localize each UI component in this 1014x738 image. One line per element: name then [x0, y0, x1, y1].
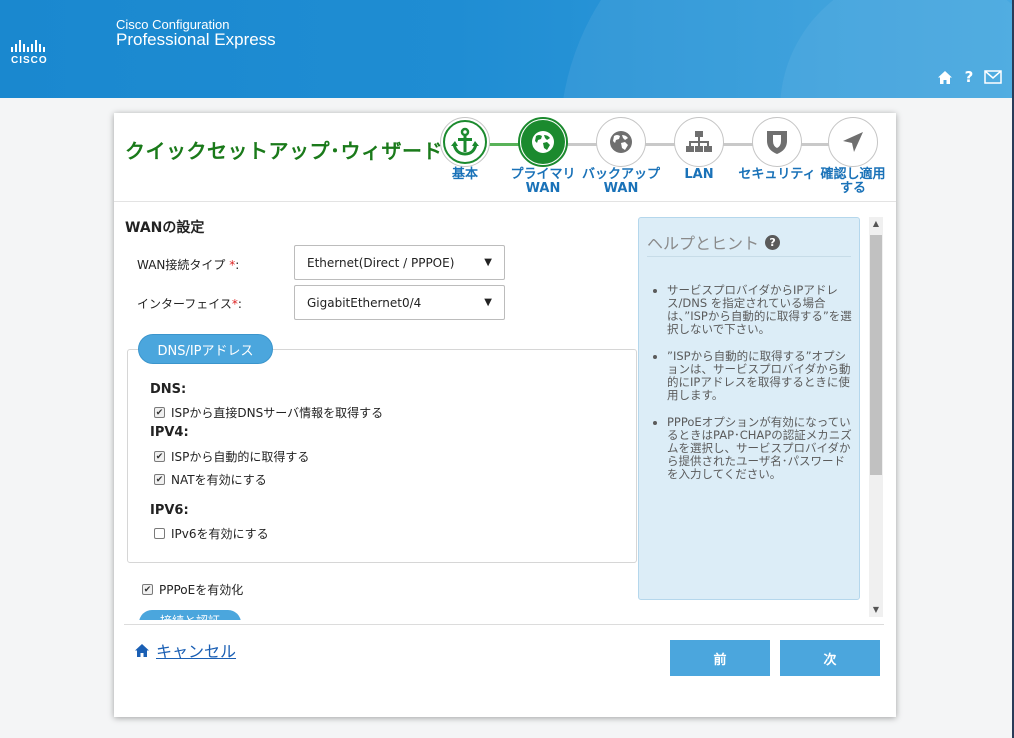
ipv6-label: IPv6を有効にする [171, 527, 269, 541]
chevron-down-icon: ▼ [484, 257, 492, 268]
step-confirm-apply[interactable]: 確認し適用 する [813, 117, 893, 196]
mail-icon[interactable] [984, 68, 1002, 86]
home-icon [135, 643, 149, 657]
prev-button[interactable]: 前 [670, 640, 770, 676]
tab-dns-ip[interactable]: DNS/IPアドレス [138, 334, 273, 364]
help-panel: ヘルプとヒント ? サービスプロバイダからIPアドレス/DNS を指定されている… [638, 217, 860, 600]
help-divider [647, 256, 851, 257]
help-icon[interactable]: ? [960, 68, 978, 86]
cancel-label: キャンセル [156, 642, 237, 661]
anchor-icon [451, 127, 479, 156]
step-label: する [839, 181, 866, 196]
label-colon: : [237, 297, 242, 311]
question-icon: ? [765, 234, 781, 250]
step-label: セキュリティ [738, 167, 816, 182]
globe-icon [610, 131, 632, 153]
header-divider [114, 201, 896, 202]
step-label: プライマリ [510, 167, 576, 182]
ipv4-auto-row: ISPから自動的に取得する [154, 448, 309, 465]
ipv6-row: IPv6を有効にする [154, 525, 269, 542]
scroll-thumb[interactable] [870, 235, 882, 475]
step-lan[interactable]: LAN [659, 117, 739, 182]
cisco-logo: CISCO [11, 38, 59, 68]
step-basic[interactable]: 基本 [425, 117, 505, 182]
ipv4-auto-label: ISPから自動的に取得する [171, 450, 310, 464]
dns-title: DNS: [150, 382, 187, 397]
app-title: Professional Express [116, 30, 276, 49]
home-icon[interactable] [936, 68, 954, 86]
content-scrollbar[interactable]: ▲ ▼ [869, 217, 883, 617]
logo-text: CISCO [11, 55, 48, 66]
ipv6-title: IPV6: [150, 503, 189, 518]
nat-label: NATを有効にする [171, 473, 267, 487]
ipv4-auto-checkbox[interactable] [154, 451, 165, 462]
scroll-up-icon[interactable]: ▲ [869, 217, 883, 231]
network-icon [686, 131, 712, 152]
ipv4-title: IPV4: [150, 425, 189, 440]
help-list: サービスプロバイダからIPアドレス/DNS を指定されている場合は、”ISPから… [653, 284, 853, 495]
wan-type-label: WAN接続タイプ *: [137, 256, 239, 273]
help-title-text: ヘルプとヒント [647, 234, 760, 253]
help-item: PPPoEオプションが有効になっているときはPAP･CHAPの認証メカニズムを選… [667, 416, 853, 481]
dns-option-checkbox[interactable] [154, 407, 165, 418]
step-label: WAN [525, 181, 561, 196]
scroll-down-icon[interactable]: ▼ [869, 603, 883, 617]
nat-checkbox[interactable] [154, 474, 165, 485]
pppoe-label: PPPoEを有効化 [159, 583, 244, 597]
tab-connection-auth[interactable]: 接続と認証 [139, 610, 241, 620]
wizard-panel: クイックセットアップ･ウィザード 基本 プライマリ WAN バックアップ WAN… [114, 113, 896, 717]
interface-label-text: インターフェイス [137, 297, 232, 311]
shield-icon [767, 131, 787, 154]
step-label: バックアップ [581, 167, 660, 182]
wan-type-value: Ethernet(Direct / PPPOE) [307, 255, 455, 270]
globe-icon [532, 131, 554, 153]
step-label: 確認し適用 [820, 167, 886, 182]
dns-option-row: ISPから直接DNSサーバ情報を取得する [154, 404, 383, 421]
step-label: WAN [603, 181, 639, 196]
pppoe-checkbox[interactable] [142, 584, 153, 595]
dns-option-label: ISPから直接DNSサーバ情報を取得する [171, 406, 384, 420]
interface-label: インターフェイス*: [137, 295, 242, 312]
footer-divider [124, 624, 884, 625]
chevron-down-icon: ▼ [484, 297, 492, 308]
help-item: ”ISPから自動的に取得する”オプションは、サービスプロバイダから動的にIPアド… [667, 350, 853, 402]
label-colon: : [235, 258, 240, 272]
nat-row: NATを有効にする [154, 471, 267, 488]
interface-select[interactable]: GigabitEthernet0/4 ▼ [294, 285, 505, 320]
ipv6-checkbox[interactable] [154, 528, 165, 539]
next-button[interactable]: 次 [780, 640, 880, 676]
arrow-icon [843, 132, 863, 152]
section-title: WANの設定 [125, 220, 205, 236]
interface-value: GigabitEthernet0/4 [307, 295, 422, 310]
pppoe-row: PPPoEを有効化 [142, 581, 243, 598]
step-security[interactable]: セキュリティ [737, 117, 817, 182]
step-primary-wan[interactable]: プライマリ WAN [503, 117, 583, 196]
wan-type-select[interactable]: Ethernet(Direct / PPPOE) ▼ [294, 245, 505, 280]
wan-type-label-text: WAN接続タイプ [137, 258, 226, 272]
help-item: サービスプロバイダからIPアドレス/DNS を指定されている場合は、”ISPから… [667, 284, 853, 336]
wizard-title: クイックセットアップ･ウィザード [125, 139, 443, 163]
step-backup-wan[interactable]: バックアップ WAN [581, 117, 661, 196]
help-title: ヘルプとヒント ? [647, 230, 781, 254]
cancel-link[interactable]: キャンセル [134, 638, 236, 662]
step-label: 基本 [451, 167, 478, 182]
app-header: CISCO Cisco Configuration Professional E… [0, 0, 1014, 98]
connection-tab-label: 接続と認証 [139, 610, 241, 620]
step-label: LAN [684, 167, 714, 182]
